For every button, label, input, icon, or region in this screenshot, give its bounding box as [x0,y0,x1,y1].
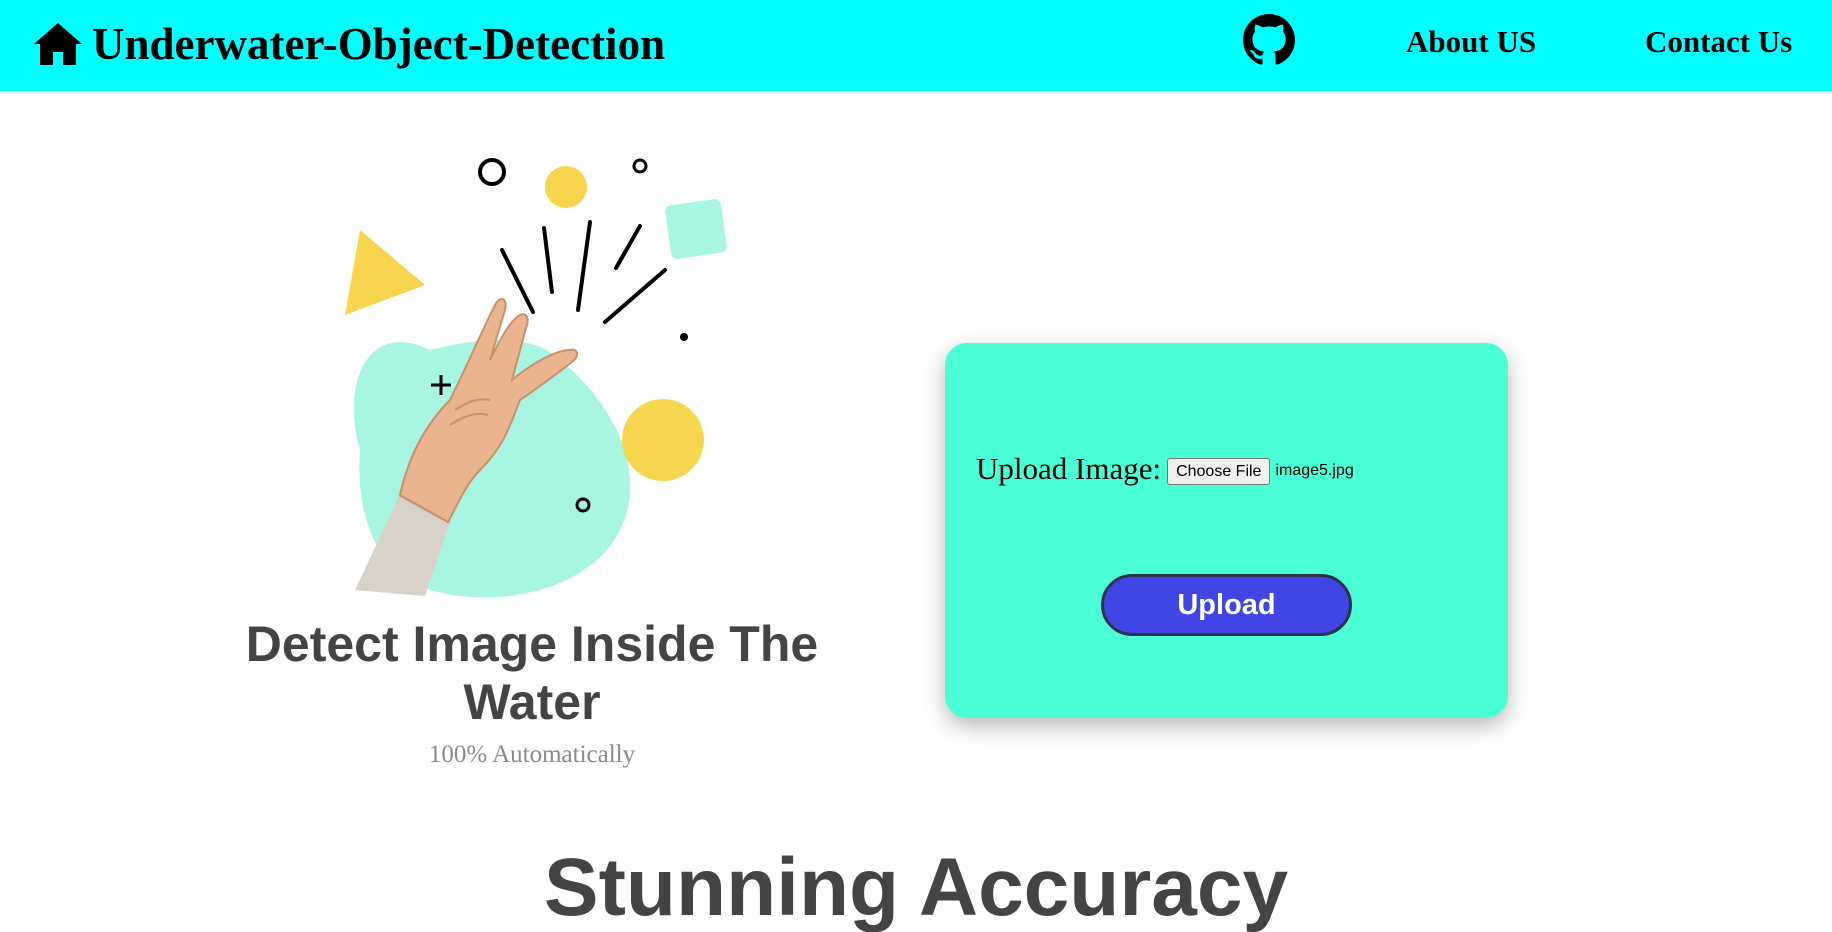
yellow-dot-small [545,166,587,208]
section-title: Stunning Accuracy [543,842,1289,932]
upload-row: Upload Image: Choose File image5.jpg [976,451,1354,487]
github-icon[interactable] [1243,14,1295,66]
nav-about-link[interactable]: About US [1406,24,1536,60]
choose-file-button[interactable]: Choose File [1167,457,1271,485]
home-icon [34,23,82,65]
brand-link[interactable]: Underwater-Object-Detection [32,18,665,70]
upload-button[interactable]: Upload [1101,574,1352,636]
mint-square [665,199,727,259]
upload-card: Upload Image: Choose File image5.jpg Upl… [945,343,1508,718]
selected-file-name: image5.jpg [1275,462,1354,479]
upload-label: Upload Image: [976,451,1162,486]
navbar: Underwater-Object-Detection About US Con… [0,0,1832,94]
hero-title: Detect Image Inside The Water [245,616,819,730]
nav-contact-link[interactable]: Contact Us [1645,24,1792,60]
hero-subtitle: 100% Automatically [428,741,636,768]
hero-illustration [345,158,727,598]
yellow-circle-large [622,399,704,481]
brand-title: Underwater-Object-Detection [92,19,666,69]
yellow-triangle [345,230,425,315]
